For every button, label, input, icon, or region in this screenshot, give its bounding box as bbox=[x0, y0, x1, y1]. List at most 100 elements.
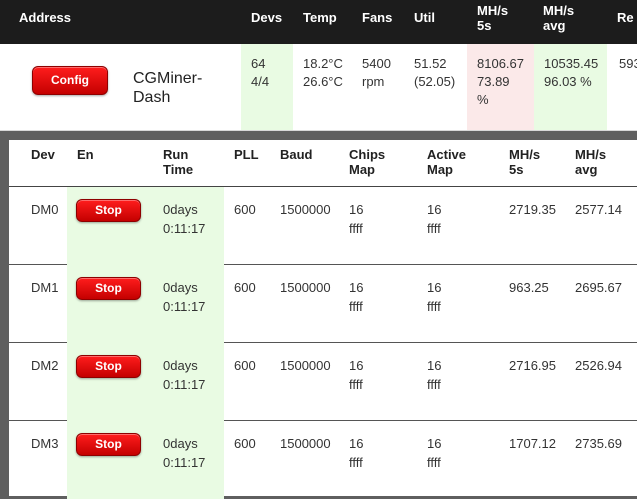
device-row: Stop DM0 0days 0:11:17 600 1500000 16 ffff… bbox=[9, 187, 637, 265]
en-col-header: En bbox=[77, 147, 94, 162]
chips-count: 16 bbox=[349, 202, 364, 217]
header-mhs-avg-line1: MH/s bbox=[543, 3, 575, 18]
mhs-avg-col-header: MH/s avg bbox=[575, 147, 606, 177]
device-id: DM0 bbox=[31, 202, 59, 217]
mhs-5s-header-line2: 5s bbox=[509, 162, 524, 177]
run-time: 0days 0:11:17 bbox=[163, 356, 205, 394]
temp-line1: 18.2°C bbox=[303, 56, 343, 71]
chips-map: 16 ffff bbox=[349, 434, 363, 472]
summary-row: Config CGMiner- Dash 64 4/4 18.2°C 26.6°… bbox=[0, 44, 637, 131]
stop-button[interactable]: Stop bbox=[76, 199, 141, 222]
fans-unit: rpm bbox=[362, 74, 385, 89]
chips-map-col-header: Chips Map bbox=[349, 147, 385, 177]
chips-count: 16 bbox=[349, 436, 364, 451]
util-line2: (52.05) bbox=[414, 74, 456, 89]
active-map-col-header: Active Map bbox=[427, 147, 466, 177]
mhs-5s: 2716.95 bbox=[509, 358, 556, 373]
mhs-5s-line2: 73.89 bbox=[477, 74, 510, 89]
header-util: Util bbox=[414, 10, 435, 25]
active-map: 16 ffff bbox=[427, 278, 441, 316]
run-days: 0days bbox=[163, 280, 198, 295]
mhs-5s: 2719.35 bbox=[509, 202, 556, 217]
devs-active: 4/4 bbox=[251, 74, 270, 89]
temp-line2: 26.6°C bbox=[303, 74, 343, 89]
mhs-avg-value: 10535.45 96.03 % bbox=[544, 55, 598, 91]
pll-value: 600 bbox=[234, 280, 256, 295]
devs-count: 64 bbox=[251, 56, 266, 71]
chips-count: 16 bbox=[349, 280, 364, 295]
active-map: 16 ffff bbox=[427, 356, 441, 394]
run-time: 0days 0:11:17 bbox=[163, 200, 205, 238]
stop-button[interactable]: Stop bbox=[76, 355, 141, 378]
baud-value: 1500000 bbox=[280, 436, 331, 451]
active-mask: ffff bbox=[427, 455, 441, 470]
mhs-avg-header-line2: avg bbox=[575, 162, 598, 177]
util-value: 51.52 (52.05) bbox=[414, 55, 455, 91]
chips-mask: ffff bbox=[349, 455, 363, 470]
active-mask: ffff bbox=[427, 299, 441, 314]
run-clock: 0:11:17 bbox=[163, 221, 206, 236]
chips-mask: ffff bbox=[349, 299, 363, 314]
device-row: Stop DM3 0days 0:11:17 600 1500000 16 ffff… bbox=[9, 421, 637, 499]
mhs-5s: 963.25 bbox=[509, 280, 549, 295]
config-button[interactable]: Config bbox=[32, 66, 108, 95]
mhs-avg: 2695.67 bbox=[575, 280, 622, 295]
active-mask: ffff bbox=[427, 221, 441, 236]
summary-header: Address Devs Temp Fans Util MH/s 5s MH/s… bbox=[0, 0, 637, 44]
miner-name-line2: Dash bbox=[133, 89, 171, 106]
devices-header: Dev En Run Time PLL Baud Chips Map Activ… bbox=[9, 140, 637, 187]
pll-value: 600 bbox=[234, 202, 256, 217]
run-days: 0days bbox=[163, 202, 198, 217]
header-mhs-5s-line1: MH/s bbox=[477, 3, 509, 18]
active-map: 16 ffff bbox=[427, 434, 441, 472]
run-time-header-line1: Run bbox=[163, 147, 189, 162]
fans-speed: 5400 bbox=[362, 56, 391, 71]
mhs-5s-header-line1: MH/s bbox=[509, 147, 541, 162]
header-address: Address bbox=[19, 10, 72, 25]
miner-name-line1: CGMiner- bbox=[133, 70, 203, 87]
chips-mask: ffff bbox=[349, 377, 363, 392]
mhs-5s: 1707.12 bbox=[509, 436, 556, 451]
baud-value: 1500000 bbox=[280, 358, 331, 373]
device-row: Stop DM1 0days 0:11:17 600 1500000 16 ffff… bbox=[9, 265, 637, 343]
active-map-header-line1: Active bbox=[427, 147, 467, 162]
active-count: 16 bbox=[427, 436, 442, 451]
active-mask: ffff bbox=[427, 377, 441, 392]
active-count: 16 bbox=[427, 202, 442, 217]
header-mhs-avg-line2: avg bbox=[543, 18, 566, 33]
chips-map: 16 ffff bbox=[349, 356, 363, 394]
active-count: 16 bbox=[427, 358, 442, 373]
run-time: 0days 0:11:17 bbox=[163, 278, 205, 316]
chips-mask: ffff bbox=[349, 221, 363, 236]
pll-value: 600 bbox=[234, 436, 256, 451]
mhs-avg: 2526.94 bbox=[575, 358, 622, 373]
baud-value: 1500000 bbox=[280, 202, 331, 217]
mhs-5s-value: 8106.67 73.89 % bbox=[477, 55, 524, 109]
header-fans: Fans bbox=[362, 10, 393, 25]
chips-map: 16 ffff bbox=[349, 278, 363, 316]
miner-name: CGMiner- Dash bbox=[133, 69, 202, 107]
mhs-5s-line1: 8106.67 bbox=[477, 56, 524, 71]
run-clock: 0:11:17 bbox=[163, 455, 206, 470]
devices-panel: Dev En Run Time PLL Baud Chips Map Activ… bbox=[9, 140, 637, 499]
device-row: Stop DM2 0days 0:11:17 600 1500000 16 ffff… bbox=[9, 343, 637, 421]
active-count: 16 bbox=[427, 280, 442, 295]
active-map-header-line2: Map bbox=[427, 162, 453, 177]
header-rejected: Re bbox=[617, 10, 634, 25]
run-clock: 0:11:17 bbox=[163, 377, 206, 392]
fans-value: 5400 rpm bbox=[362, 55, 391, 91]
chips-map-header-line2: Map bbox=[349, 162, 375, 177]
mhs-avg-header-line1: MH/s bbox=[575, 147, 607, 162]
active-map: 16 ffff bbox=[427, 200, 441, 238]
stop-button[interactable]: Stop bbox=[76, 277, 141, 300]
devs-value: 64 4/4 bbox=[251, 55, 269, 91]
run-clock: 0:11:17 bbox=[163, 299, 206, 314]
header-mhs-avg: MH/s avg bbox=[543, 3, 574, 33]
run-time-header-line2: Time bbox=[163, 162, 194, 177]
stop-button[interactable]: Stop bbox=[76, 433, 141, 456]
util-line1: 51.52 bbox=[414, 56, 447, 71]
rejected-value: 593 bbox=[619, 56, 637, 71]
run-days: 0days bbox=[163, 436, 198, 451]
mhs-5s-col-header: MH/s 5s bbox=[509, 147, 540, 177]
mhs-avg: 2735.69 bbox=[575, 436, 622, 451]
